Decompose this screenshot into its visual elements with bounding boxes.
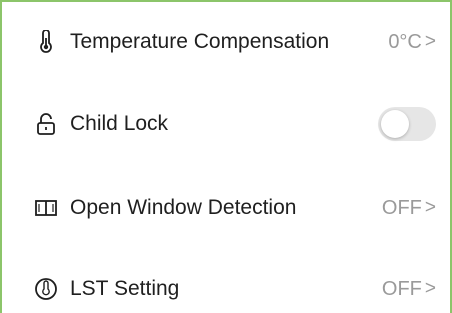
chevron-right-icon: > (424, 197, 436, 218)
lock-icon (34, 112, 58, 136)
settings-panel: Temperature Compensation 0°C > Child Loc… (0, 0, 452, 313)
temperature-compensation-value[interactable]: 0°C > (388, 31, 436, 54)
temperature-compensation-row[interactable]: Temperature Compensation 0°C > (16, 22, 436, 62)
window-icon (34, 196, 58, 220)
chevron-right-icon: > (424, 278, 436, 299)
child-lock-row: Child Lock (16, 104, 436, 144)
toggle-knob (381, 110, 409, 138)
chevron-right-icon: > (424, 31, 436, 52)
lst-setting-label: LST Setting (70, 277, 180, 300)
lst-icon (34, 277, 58, 301)
open-window-detection-label: Open Window Detection (70, 196, 297, 219)
child-lock-label: Child Lock (70, 112, 169, 135)
lst-setting-row[interactable]: LST Setting OFF > (16, 269, 436, 309)
child-lock-toggle[interactable] (378, 107, 436, 141)
open-window-detection-row[interactable]: Open Window Detection OFF > (16, 188, 436, 228)
open-window-detection-value[interactable]: OFF > (382, 197, 436, 220)
lst-setting-value[interactable]: OFF > (382, 278, 436, 301)
thermometer-icon (34, 30, 58, 54)
temperature-compensation-label: Temperature Compensation (70, 30, 330, 53)
